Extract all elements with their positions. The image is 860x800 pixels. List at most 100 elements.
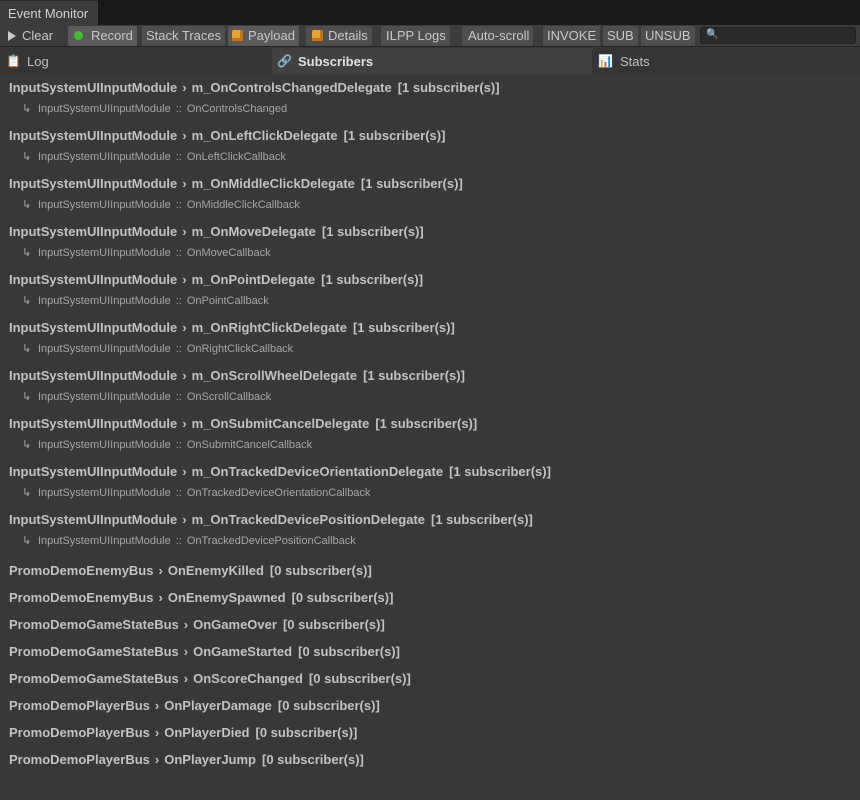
entry-event: OnEnemyKilled xyxy=(167,563,264,578)
chevron-right-icon: › xyxy=(183,671,189,686)
subscriber-count: [0 subscriber(s)] xyxy=(269,563,372,578)
subscriber-entry[interactable]: InputSystemUIInputModule › m_OnMoveDelegat… xyxy=(0,220,860,268)
subscriber-entry[interactable]: PromoDemoGameStateBus › OnGameStarted [0 su… xyxy=(0,637,860,664)
sub-filter-toggle[interactable]: SUB xyxy=(603,26,638,46)
entry-event: m_OnMoveDelegate xyxy=(191,224,316,239)
subscriber-method: OnMoveCallback xyxy=(186,247,271,259)
subscriber-entry[interactable]: InputSystemUIInputModule › m_OnRightClickD… xyxy=(0,316,860,364)
stack-traces-toggle[interactable]: Stack Traces xyxy=(142,26,226,46)
subscriber-owner: InputSystemUIInputModule xyxy=(38,391,171,403)
chevron-right-icon: › xyxy=(182,416,187,431)
chevron-right-icon: › xyxy=(183,617,189,632)
chevron-right-icon: › xyxy=(182,368,187,383)
subscriber-owner: InputSystemUIInputModule xyxy=(38,439,171,451)
scope-separator: :: xyxy=(175,295,182,307)
entry-header: PromoDemoPlayerBus › OnPlayerJump [0 subscr… xyxy=(9,752,364,767)
subscriber-entry[interactable]: InputSystemUIInputModule › m_OnLeftClickDe… xyxy=(0,124,860,172)
subscriber-entry[interactable]: PromoDemoPlayerBus › OnPlayerDamage [0 subs… xyxy=(0,691,860,718)
chevron-right-icon: › xyxy=(182,320,187,335)
entry-header: PromoDemoGameStateBus › OnScoreChanged [0 s… xyxy=(9,671,411,686)
entry-event: m_OnTrackedDevicePositionDelegate xyxy=(191,512,425,527)
entry-event: OnPlayerJump xyxy=(164,752,256,767)
clipboard-icon: 📋 xyxy=(6,54,21,68)
chevron-right-icon: › xyxy=(182,512,187,527)
details-label: Details xyxy=(328,28,368,43)
subscriber-method: OnSubmitCancelCallback xyxy=(186,439,313,451)
sub-label: SUB xyxy=(607,28,634,43)
package-icon xyxy=(232,30,243,41)
subscriber-detail: ↳ InputSystemUIInputModule:: OnSubmitCance… xyxy=(22,438,312,451)
tab-log-label: Log xyxy=(27,54,49,69)
search-field[interactable]: 🔍 xyxy=(700,27,856,44)
subscriber-entry[interactable]: PromoDemoPlayerBus › OnPlayerDied [0 subscr… xyxy=(0,718,860,745)
subscriber-detail: ↳ InputSystemUIInputModule:: OnTrackedDevi… xyxy=(22,534,356,547)
subscriber-method: OnMiddleClickCallback xyxy=(186,199,300,211)
record-toggle[interactable]: Record xyxy=(68,26,137,46)
window-tab-event-monitor[interactable]: Event Monitor xyxy=(0,0,98,25)
subscriber-entry[interactable]: InputSystemUIInputModule › m_OnMiddleClick… xyxy=(0,172,860,220)
subscriber-entry[interactable]: PromoDemoEnemyBus › OnEnemyKilled [0 subscr… xyxy=(0,556,860,583)
subscriber-entry[interactable]: InputSystemUIInputModule › m_OnControlsCha… xyxy=(0,76,860,124)
record-label: Record xyxy=(91,28,133,43)
link-icon: 🔗 xyxy=(277,54,292,68)
payload-toggle[interactable]: Payload xyxy=(228,26,299,46)
clear-label: Clear xyxy=(22,28,54,43)
entry-event: OnGameOver xyxy=(193,617,277,632)
record-dot-icon xyxy=(74,31,83,40)
subscriber-entry[interactable]: InputSystemUIInputModule › m_OnPointDelega… xyxy=(0,268,860,316)
subscriber-entry[interactable]: PromoDemoEnemyBus › OnEnemySpawned [0 subsc… xyxy=(0,583,860,610)
chevron-right-icon: › xyxy=(182,128,187,143)
subscriber-owner: InputSystemUIInputModule xyxy=(38,103,171,115)
entry-owner: PromoDemoGameStateBus xyxy=(9,617,179,632)
subscriber-entry[interactable]: InputSystemUIInputModule › m_OnTrackedDevi… xyxy=(0,508,860,556)
entry-header: InputSystemUIInputModule › m_OnControlsCha… xyxy=(9,80,500,95)
subscriber-count: [0 subscriber(s)] xyxy=(262,752,364,767)
auto-scroll-toggle[interactable]: Auto-scroll xyxy=(462,26,534,46)
subscriber-count: [1 subscriber(s)] xyxy=(321,272,424,287)
search-input[interactable] xyxy=(719,28,853,43)
entry-owner: InputSystemUIInputModule xyxy=(9,176,178,191)
ilpp-logs-toggle[interactable]: ILPP Logs xyxy=(381,26,450,46)
subscriber-entry[interactable]: InputSystemUIInputModule › m_OnTrackedDevi… xyxy=(0,460,860,508)
subscriber-entry[interactable]: PromoDemoGameStateBus › OnScoreChanged [0 s… xyxy=(0,664,860,691)
chevron-right-icon: › xyxy=(182,464,187,479)
sub-arrow-icon: ↳ xyxy=(22,199,32,211)
scope-separator: :: xyxy=(175,487,182,499)
entry-owner: PromoDemoPlayerBus xyxy=(9,698,150,713)
subscriber-detail: ↳ InputSystemUIInputModule:: OnRightClickC… xyxy=(22,342,293,355)
entry-owner: InputSystemUIInputModule xyxy=(9,224,178,239)
package-icon xyxy=(312,30,323,41)
scope-separator: :: xyxy=(175,247,182,259)
details-toggle[interactable]: Details xyxy=(306,26,372,46)
sub-arrow-icon: ↳ xyxy=(22,439,32,451)
subscriber-entry[interactable]: PromoDemoPlayerBus › OnPlayerJump [0 subscr… xyxy=(0,745,860,772)
subscriber-detail: ↳ InputSystemUIInputModule:: OnMoveCallbac… xyxy=(22,246,271,259)
entry-owner: InputSystemUIInputModule xyxy=(9,464,178,479)
subscriber-detail: ↳ InputSystemUIInputModule:: OnMiddleClick… xyxy=(22,198,300,211)
tab-log[interactable]: 📋 Log xyxy=(0,48,272,74)
subscriber-method: OnControlsChanged xyxy=(186,103,288,115)
subscriber-count: [0 subscriber(s)] xyxy=(298,644,400,659)
unsub-filter-toggle[interactable]: UNSUB xyxy=(641,26,695,46)
invoke-filter-toggle[interactable]: INVOKE xyxy=(543,26,601,46)
scope-separator: :: xyxy=(175,391,182,403)
entry-header: PromoDemoPlayerBus › OnPlayerDamage [0 subs… xyxy=(9,698,380,713)
sub-arrow-icon: ↳ xyxy=(22,391,32,403)
entry-header: PromoDemoGameStateBus › OnGameStarted [0 su… xyxy=(9,644,400,659)
tab-subscribers-label: Subscribers xyxy=(298,54,374,69)
entry-owner: PromoDemoPlayerBus xyxy=(9,725,150,740)
subscriber-method: OnTrackedDeviceOrientationCallback xyxy=(186,487,371,499)
entry-owner: InputSystemUIInputModule xyxy=(9,512,178,527)
entry-owner: PromoDemoGameStateBus xyxy=(9,671,179,686)
view-tabs: 📋 Log 🔗 Subscribers 📊 Stats xyxy=(0,48,860,74)
sub-arrow-icon: ↳ xyxy=(22,487,32,499)
subscriber-entry[interactable]: PromoDemoGameStateBus › OnGameOver [0 subsc… xyxy=(0,610,860,637)
subscriber-count: [1 subscriber(s)] xyxy=(431,512,533,527)
tab-stats[interactable]: 📊 Stats xyxy=(592,48,860,74)
payload-label: Payload xyxy=(248,28,295,43)
entry-header: InputSystemUIInputModule › m_OnMoveDelegat… xyxy=(9,224,424,239)
subscriber-entry[interactable]: InputSystemUIInputModule › m_OnScrollWheel… xyxy=(0,364,860,412)
subscriber-entry[interactable]: InputSystemUIInputModule › m_OnSubmitCance… xyxy=(0,412,860,460)
clear-button[interactable]: Clear xyxy=(4,26,57,46)
tab-subscribers[interactable]: 🔗 Subscribers xyxy=(272,48,592,74)
